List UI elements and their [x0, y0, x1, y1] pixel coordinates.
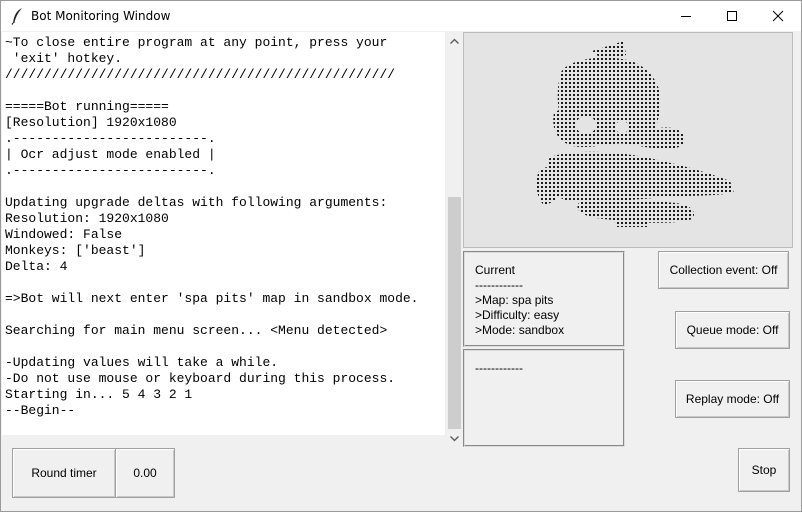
- bot-monitoring-window: Bot Monitoring Window ~To close entire p…: [0, 0, 802, 512]
- current-heading: Current: [475, 263, 516, 277]
- console-line: -Do not use mouse or keyboard during thi…: [5, 371, 396, 386]
- close-button[interactable]: [755, 1, 801, 31]
- maximize-button[interactable]: [709, 1, 755, 31]
- current-info-panel: Current ------------ >Map: spa pits >Dif…: [463, 251, 625, 347]
- replay-mode-button[interactable]: Replay mode: Off: [675, 380, 790, 418]
- window-title: Bot Monitoring Window: [31, 9, 171, 23]
- console-line: Resolution: 1920x1080: [5, 211, 169, 226]
- feather-icon: [10, 7, 26, 25]
- console-line: .-------------------------.: [5, 163, 216, 178]
- scroll-down-button[interactable]: [446, 430, 463, 447]
- console-output[interactable]: ~To close entire program at any point, p…: [2, 32, 445, 435]
- console-line: | Ocr adjust mode enabled |: [5, 147, 216, 162]
- stop-button[interactable]: Stop: [738, 448, 790, 492]
- maximize-icon: [727, 11, 737, 21]
- console-line: ~To close entire program at any point, p…: [5, 35, 388, 50]
- console-line: Starting in... 5 4 3 2 1: [5, 387, 193, 402]
- minimize-icon: [681, 16, 691, 17]
- console-line: Searching for main menu screen... <Menu …: [5, 323, 388, 338]
- console-scrollbar[interactable]: [446, 32, 463, 447]
- console-line: .-------------------------.: [5, 131, 216, 146]
- minimize-button[interactable]: [663, 1, 709, 31]
- console-line: --Begin--: [5, 403, 76, 418]
- queue-mode-button[interactable]: Queue mode: Off: [675, 311, 790, 349]
- secondary-divider: ------------: [475, 361, 523, 375]
- current-divider: ------------: [475, 278, 523, 292]
- console-line: -Updating values will take a while.: [5, 355, 279, 370]
- console-line: Windowed: False: [5, 227, 123, 242]
- scrollbar-thumb[interactable]: [448, 197, 461, 429]
- chevron-down-icon: [450, 435, 459, 441]
- console-line: [Resolution] 1920x1080: [5, 115, 177, 130]
- current-mode: >Mode: sandbox: [475, 323, 565, 337]
- console-line: =>Bot will next enter 'spa pits' map in …: [5, 291, 419, 306]
- ascii-art-image: [463, 32, 793, 248]
- console-line: Monkeys: ['beast']: [5, 243, 146, 258]
- chevron-up-icon: [450, 38, 459, 44]
- collection-event-button[interactable]: Collection event: Off: [658, 251, 789, 289]
- console-line: Updating upgrade deltas with following a…: [5, 195, 388, 210]
- secondary-info-panel: ------------: [463, 349, 625, 447]
- console-line: =====Bot running=====: [5, 99, 169, 114]
- round-timer-value: 0.00: [115, 448, 175, 498]
- monkey-ascii-art: [536, 41, 734, 227]
- console-line: 'exit' hotkey.: [5, 51, 123, 66]
- close-icon: [772, 10, 784, 22]
- current-map: >Map: spa pits: [475, 293, 554, 307]
- console-line: Delta: 4: [5, 259, 68, 274]
- title-bar[interactable]: Bot Monitoring Window: [1, 1, 801, 31]
- round-timer-label: Round timer: [12, 448, 116, 498]
- console-line: ////////////////////////////////////////…: [5, 67, 396, 82]
- scroll-up-button[interactable]: [446, 32, 463, 49]
- current-difficulty: >Difficulty: easy: [475, 308, 560, 322]
